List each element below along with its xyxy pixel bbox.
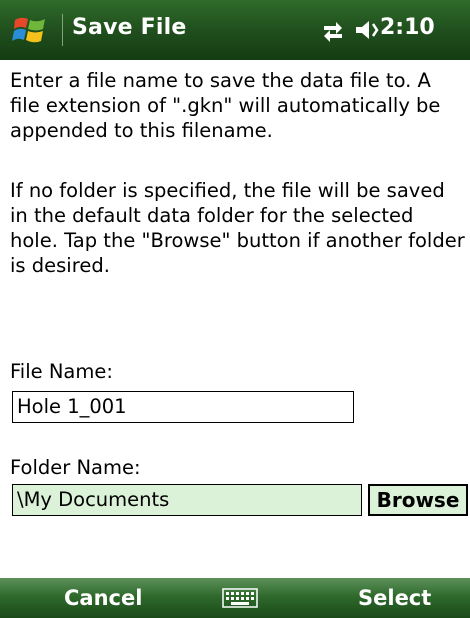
select-softkey[interactable]: Select (358, 586, 431, 610)
keyboard-icon[interactable] (222, 588, 258, 608)
title-separator (62, 14, 63, 46)
instructions-paragraph-2: If no folder is specified, the file will… (10, 179, 465, 277)
app-title: Save File (72, 15, 187, 40)
clock-time: 2:10 (380, 15, 435, 40)
volume-icon[interactable] (356, 21, 379, 39)
connectivity-icon[interactable] (324, 22, 342, 42)
softkey-bar: Cancel Select (0, 578, 470, 618)
windows-start-icon[interactable] (12, 12, 48, 48)
cancel-softkey[interactable]: Cancel (64, 586, 142, 610)
file-name-label: File Name: (10, 360, 113, 383)
browse-button[interactable]: Browse (368, 484, 468, 516)
instructions-paragraph-1: Enter a file name to save the data file … (10, 69, 441, 142)
file-name-input[interactable]: Hole 1_001 (12, 391, 354, 423)
folder-name-input[interactable]: \My Documents (12, 484, 362, 516)
title-bar: Save File 2:10 (0, 0, 470, 60)
folder-name-label: Folder Name: (10, 456, 141, 479)
